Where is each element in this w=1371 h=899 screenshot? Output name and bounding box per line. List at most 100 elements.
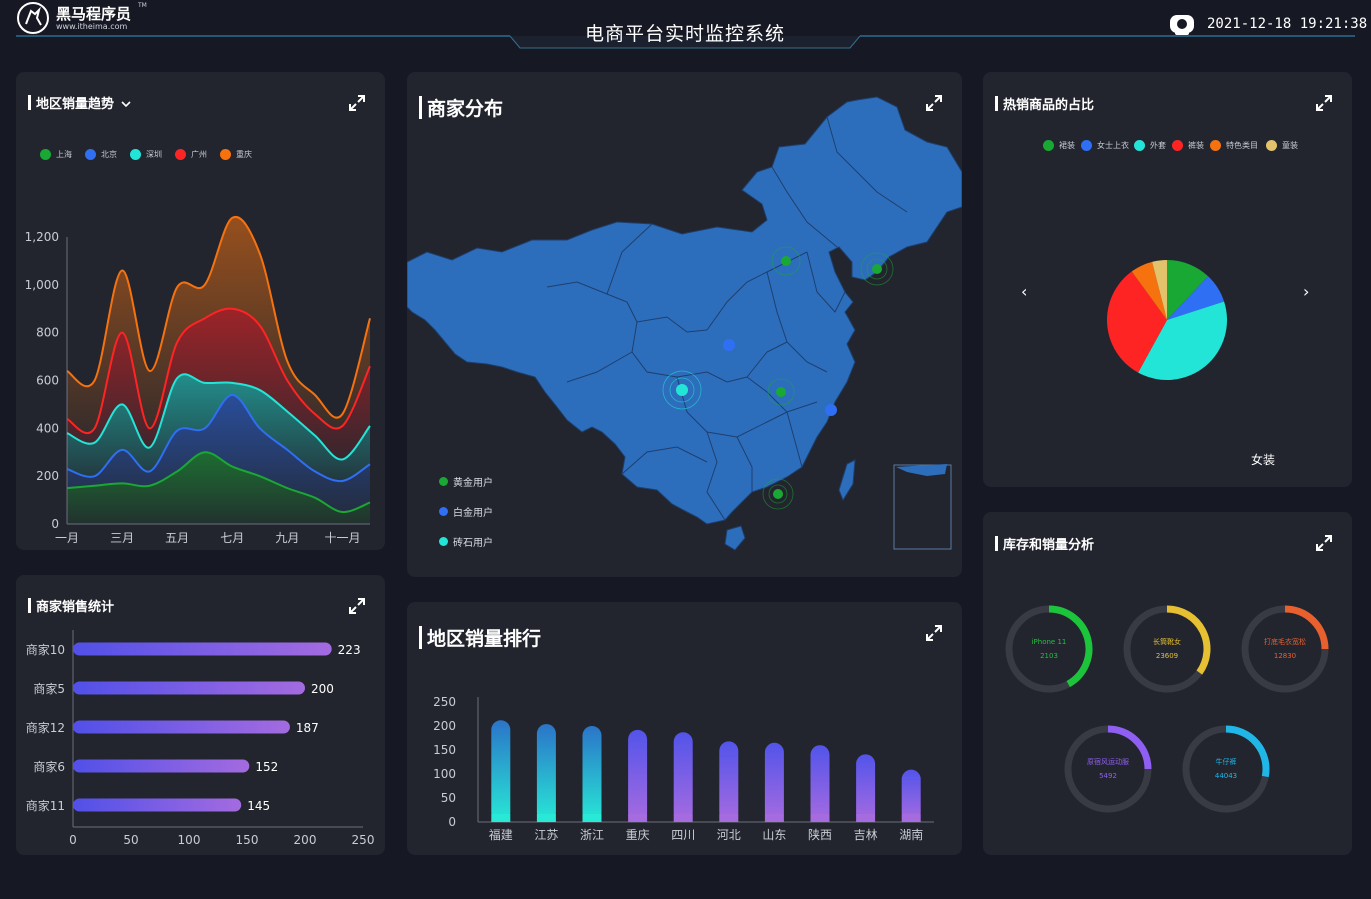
- seller-chart: 商家10 223 商家5 200 商家12 187 商家6 152 商家11 145 0 50 100 1…: [26, 630, 375, 847]
- south-sea-inset-shape: [896, 464, 947, 476]
- x-tick-label: 吉林: [854, 828, 878, 842]
- y-tick-label: 250: [433, 695, 456, 709]
- x-tick-label: 50: [123, 833, 138, 847]
- rank-chart: 0 50 100 150 200 250 福建 江苏 浙江 重庆 四川 河北 山东 陕西 吉林 湖南: [433, 695, 934, 842]
- rank-bar-base: [719, 814, 739, 822]
- x-tick-label: 四川: [671, 828, 695, 842]
- category-label: 商家10: [26, 642, 65, 657]
- seller-bar: [73, 798, 242, 812]
- marker-dot: [872, 264, 882, 274]
- trend-panel: 地区销量趋势 上海 北京 深圳 广州 重庆 0 200 400 600 800 1,000 1,20…: [16, 72, 385, 550]
- y-tick-label: 100: [433, 767, 456, 781]
- ring-progress: [1048, 605, 1093, 688]
- rank-bar: [719, 741, 739, 822]
- marker-dot: [676, 384, 688, 396]
- ring-value-label: 23609: [1156, 652, 1178, 660]
- value-label: 200: [311, 682, 334, 696]
- x-tick-label: 0: [69, 833, 77, 847]
- x-tick-label: 七月: [220, 531, 244, 545]
- rank-bar: [628, 729, 648, 822]
- ring-name-label: iPhone 11: [1032, 638, 1067, 646]
- rank-bar: [810, 745, 830, 822]
- rank-bar-base: [764, 814, 784, 822]
- map-legend-gold[interactable]: 黄金用户: [439, 474, 493, 489]
- map-fullscreen-icon[interactable]: [925, 94, 943, 112]
- value-label: 187: [296, 721, 319, 735]
- platinum-user-dot: [439, 507, 448, 516]
- hot-panel: 热销商品的占比 裙装 女士上衣 外套 裤装 特色类目 童装 ‹ › 女装: [983, 72, 1352, 487]
- horse-logo-icon: [17, 2, 49, 34]
- rank-bar-base: [901, 814, 921, 822]
- seller-bar: [73, 759, 250, 773]
- y-tick-label: 0: [448, 815, 456, 829]
- x-tick-label: 五月: [165, 531, 189, 545]
- trademark-sign: TM: [138, 2, 147, 9]
- rank-bar-base: [810, 814, 830, 822]
- x-tick-label: 三月: [110, 531, 134, 545]
- value-label: 223: [338, 643, 361, 657]
- map-legend-label: 黄金用户: [453, 478, 493, 489]
- map-legend-label: 砖石用户: [453, 538, 493, 549]
- y-tick-label: 1,000: [25, 278, 59, 292]
- south-sea-inset: [893, 464, 952, 550]
- china-map-shape: [407, 96, 962, 525]
- ring-progress: [1225, 725, 1270, 778]
- ring-name-label: 长筒靴女: [1153, 637, 1181, 646]
- x-tick-label: 福建: [489, 827, 513, 842]
- gold-user-dot: [439, 477, 448, 486]
- map-title: 商家分布: [418, 94, 503, 121]
- rank-bar: [491, 720, 511, 822]
- stock-panel: 库存和销量分析 iPhone 11 2103 长筒靴女 23609 打底毛衣宽松 1283…: [983, 512, 1352, 855]
- category-label: 商家5: [33, 681, 65, 696]
- map-legend-platinum[interactable]: 白金用户: [439, 504, 493, 519]
- seller-panel: 商家销售统计 商家10 223 商家5 200 商家12 187 商家6 152 商家11 145…: [16, 575, 385, 855]
- brand-logo[interactable]: 黑马程序员 TM www.itheima.com: [16, 2, 186, 34]
- theme-switch-icon[interactable]: [1168, 10, 1196, 38]
- x-tick-label: 浙江: [580, 828, 604, 842]
- hot-pie-chart: [1107, 260, 1227, 380]
- x-tick-label: 湖南: [899, 827, 923, 842]
- y-tick-label: 800: [36, 326, 59, 340]
- trend-chart: 0 200 400 600 800 1,000 1,200 一月 三月 五月 七月 九月 十一月: [25, 215, 371, 545]
- marker-dot: [776, 387, 786, 397]
- rank-bar-base: [536, 814, 556, 822]
- x-tick-label: 100: [178, 833, 201, 847]
- y-tick-label: 50: [441, 791, 456, 805]
- ring-value-label: 12830: [1274, 652, 1296, 660]
- rank-bar: [764, 742, 784, 822]
- x-tick-label: 九月: [275, 531, 299, 545]
- value-label: 152: [255, 760, 278, 774]
- ring-value-label: 5492: [1099, 772, 1117, 780]
- y-tick-label: 200: [433, 719, 456, 733]
- x-tick-label: 重庆: [626, 828, 650, 842]
- map-legend-diamond[interactable]: 砖石用户: [439, 534, 493, 549]
- rank-bar-base: [628, 814, 648, 822]
- top-bar: 黑马程序员 TM www.itheima.com 电商平台实时监控系统 2021…: [0, 0, 1371, 60]
- marker-dot: [773, 489, 783, 499]
- china-map[interactable]: [407, 72, 962, 577]
- x-tick-label: 河北: [717, 828, 741, 842]
- marker-dot: [781, 256, 791, 266]
- x-tick-label: 250: [352, 833, 375, 847]
- rank-bar: [856, 754, 876, 822]
- seller-bar: [73, 720, 290, 734]
- page-title: 电商平台实时监控系统: [585, 23, 786, 45]
- x-tick-label: 山东: [762, 828, 786, 842]
- rank-panel: 地区销量排行 0 50 100 150 200 250 福建 江苏 浙江 重庆 四川 河北 山东 陕西 吉林…: [407, 602, 962, 855]
- map-panel: 商家分布 黄金用户 白金用户 砖石用户: [407, 72, 962, 577]
- rank-bar: [582, 726, 602, 822]
- x-tick-label: 一月: [55, 531, 79, 545]
- y-tick-label: 200: [36, 469, 59, 483]
- category-label: 商家11: [26, 798, 65, 813]
- marker-dot: [825, 404, 837, 416]
- rank-bar-base: [582, 814, 602, 822]
- category-label: 商家6: [33, 759, 65, 774]
- rank-bar-base: [673, 814, 693, 822]
- value-label: 145: [247, 799, 270, 813]
- category-label: 商家12: [26, 720, 65, 735]
- category-label: 女装: [1251, 453, 1276, 467]
- seller-bar: [73, 681, 305, 695]
- rank-bar-base: [856, 814, 876, 822]
- rank-bar: [536, 724, 556, 822]
- marker-dot: [723, 339, 735, 351]
